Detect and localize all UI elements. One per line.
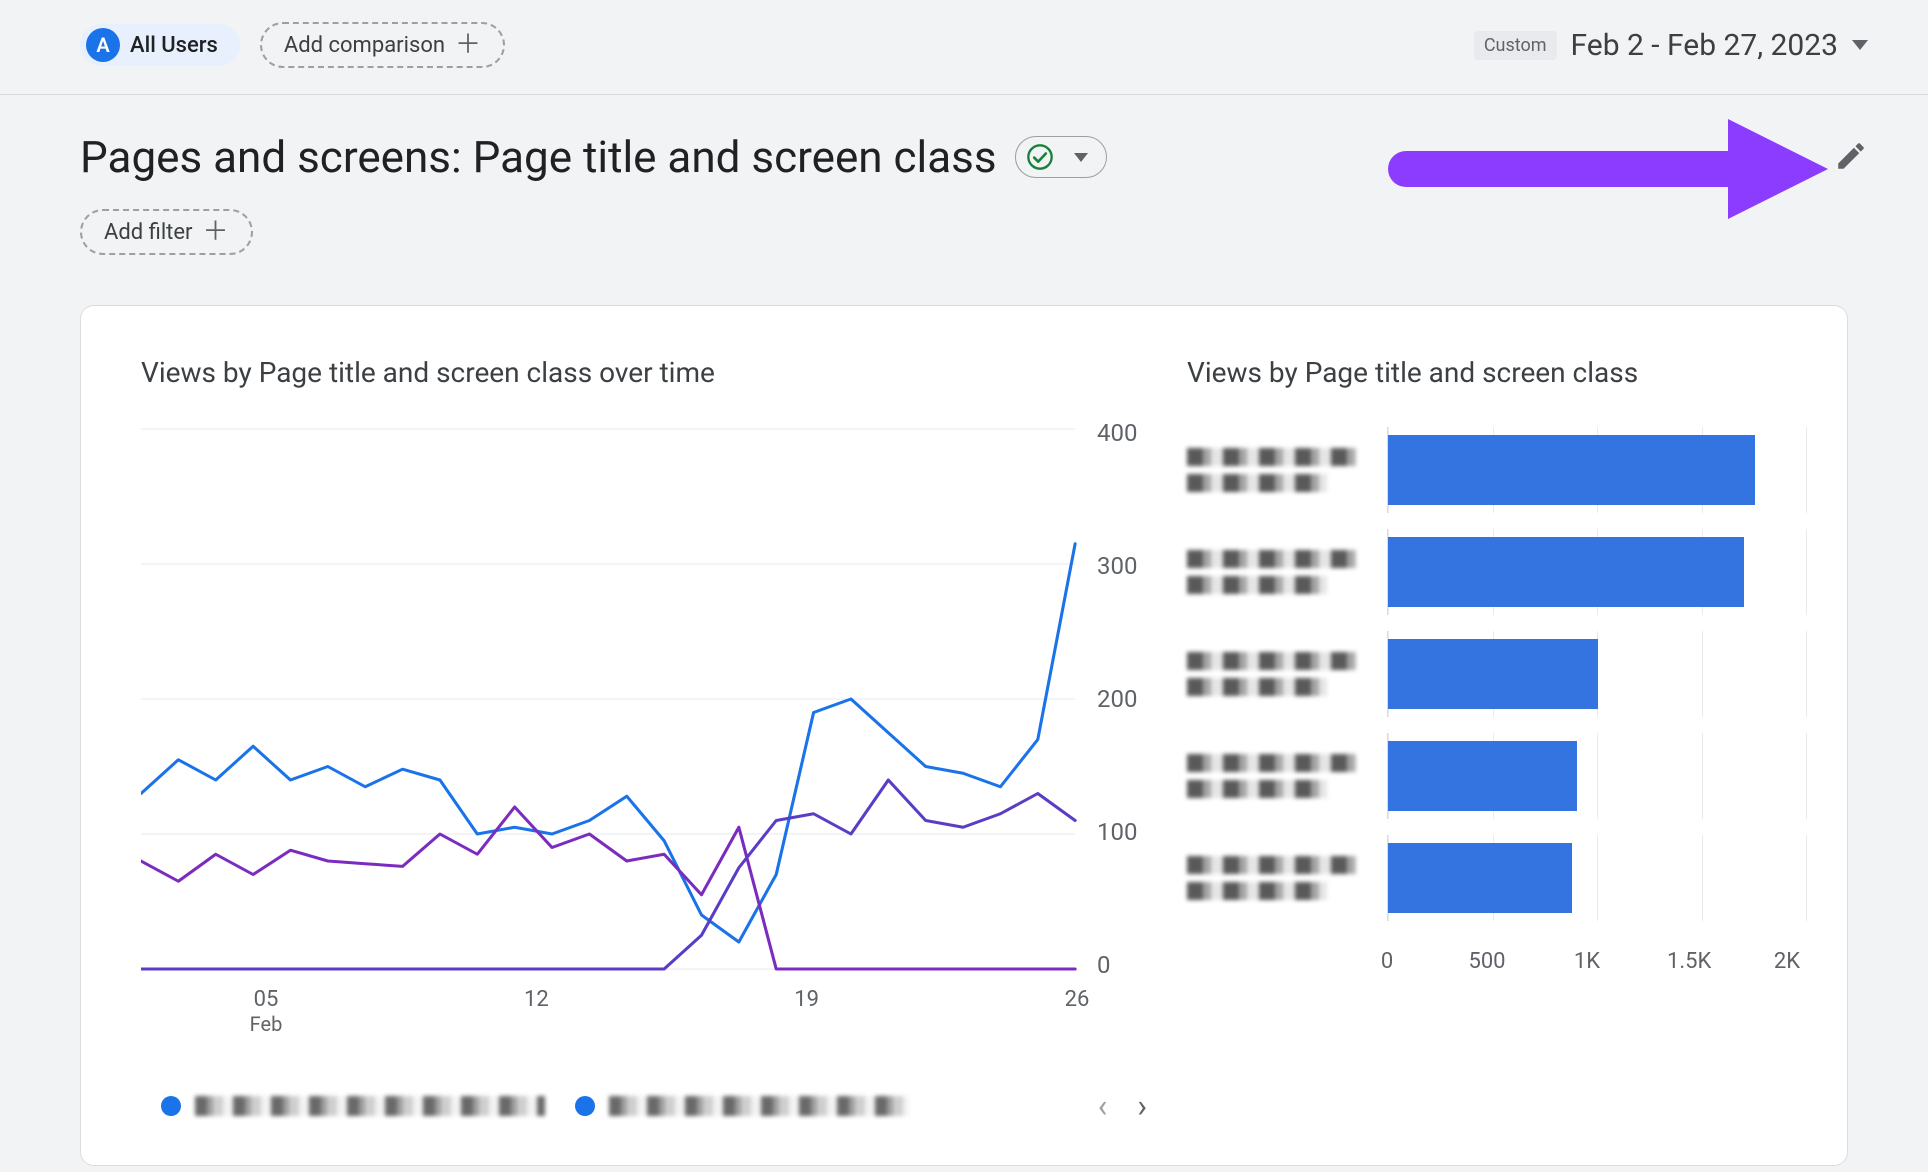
add-comparison-button[interactable]: Add comparison ＋ bbox=[260, 22, 505, 68]
bar-track bbox=[1387, 427, 1807, 513]
plus-icon: ＋ bbox=[202, 219, 228, 245]
date-range-picker[interactable]: Custom Feb 2 - Feb 27, 2023 bbox=[1474, 28, 1868, 63]
bar-row bbox=[1187, 419, 1807, 521]
add-filter-label: Add filter bbox=[104, 220, 192, 245]
chevron-down-icon bbox=[1074, 153, 1088, 162]
bar-fill bbox=[1388, 843, 1572, 913]
bar-row bbox=[1187, 827, 1807, 929]
legend-label-redacted bbox=[195, 1096, 545, 1116]
legend-item-2[interactable] bbox=[575, 1096, 909, 1116]
segment-bar: A All Users Add comparison ＋ Custom Feb … bbox=[0, 10, 1928, 95]
chevron-down-icon bbox=[1852, 40, 1868, 50]
legend-pager: ‹ › bbox=[1098, 1087, 1147, 1125]
legend-item-1[interactable] bbox=[161, 1096, 545, 1116]
date-range-text: Feb 2 - Feb 27, 2023 bbox=[1571, 28, 1838, 63]
add-comparison-label: Add comparison bbox=[284, 33, 445, 58]
line-chart-y-axis: 4003002001000 bbox=[1097, 419, 1147, 979]
legend-dot-icon bbox=[575, 1096, 595, 1116]
line-chart-panel: Views by Page title and screen class ove… bbox=[141, 356, 1147, 1125]
bar-fill bbox=[1388, 435, 1755, 505]
bar-chart bbox=[1187, 419, 1807, 929]
bar-row bbox=[1187, 521, 1807, 623]
legend-label-redacted bbox=[609, 1096, 909, 1116]
page-title: Pages and screens: Page title and screen… bbox=[80, 131, 997, 183]
date-range-badge: Custom bbox=[1474, 31, 1557, 60]
bar-label-redacted bbox=[1187, 848, 1387, 908]
report-status-dropdown[interactable] bbox=[1015, 136, 1107, 178]
bar-label-redacted bbox=[1187, 644, 1387, 704]
add-filter-button[interactable]: Add filter ＋ bbox=[80, 209, 253, 255]
filter-bar: Add filter ＋ bbox=[0, 193, 1928, 285]
legend-next-button[interactable]: › bbox=[1137, 1087, 1147, 1125]
bar-row bbox=[1187, 725, 1807, 827]
bar-label-redacted bbox=[1187, 440, 1387, 500]
line-chart-x-axis: 05Feb121926 bbox=[141, 987, 1147, 1037]
bar-track bbox=[1387, 733, 1807, 819]
bar-chart-title: Views by Page title and screen class bbox=[1187, 356, 1807, 389]
bar-fill bbox=[1388, 537, 1744, 607]
bar-chart-panel: Views by Page title and screen class bbox=[1187, 356, 1807, 1125]
title-bar: Pages and screens: Page title and screen… bbox=[0, 95, 1928, 193]
bar-track bbox=[1387, 529, 1807, 615]
line-chart-legend: ‹ › bbox=[141, 1087, 1147, 1125]
legend-dot-icon bbox=[161, 1096, 181, 1116]
bar-label-redacted bbox=[1187, 542, 1387, 602]
bar-track bbox=[1387, 835, 1807, 921]
charts-card: Views by Page title and screen class ove… bbox=[80, 305, 1848, 1166]
legend-prev-button[interactable]: ‹ bbox=[1098, 1087, 1108, 1125]
plus-icon: ＋ bbox=[455, 32, 481, 58]
edit-button[interactable] bbox=[1834, 139, 1868, 177]
segment-label: All Users bbox=[130, 33, 218, 58]
line-chart: 4003002001000 bbox=[141, 419, 1147, 979]
pencil-icon bbox=[1834, 139, 1868, 173]
bar-fill bbox=[1388, 639, 1598, 709]
bar-fill bbox=[1388, 741, 1577, 811]
segment-avatar: A bbox=[86, 28, 120, 62]
bar-label-redacted bbox=[1187, 746, 1387, 806]
bar-track bbox=[1387, 631, 1807, 717]
bar-row bbox=[1187, 623, 1807, 725]
bar-chart-x-axis: 05001K1.5K2K bbox=[1387, 949, 1807, 974]
segment-pill-all-users[interactable]: A All Users bbox=[80, 24, 240, 66]
line-chart-title: Views by Page title and screen class ove… bbox=[141, 356, 1147, 389]
checkmark-circle-icon bbox=[1026, 143, 1054, 171]
